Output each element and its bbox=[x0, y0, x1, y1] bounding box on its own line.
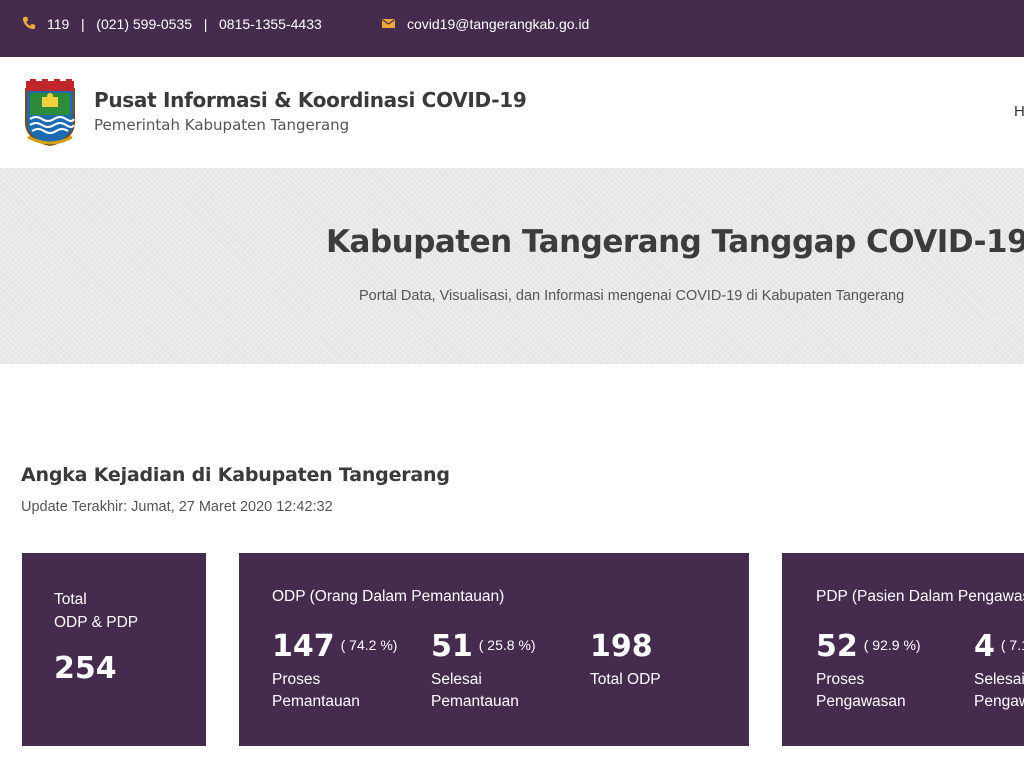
stat-label-line1: Proses bbox=[272, 671, 321, 688]
hero-subtitle: Portal Data, Visualisasi, dan Informasi … bbox=[359, 288, 905, 304]
kabupaten-tangerang-logo[interactable] bbox=[22, 79, 78, 147]
phone-icon bbox=[22, 16, 36, 30]
odp-card-label: ODP (Orang Dalam Pemantauan) bbox=[272, 588, 505, 605]
stat-percent: ( 7.1 %) bbox=[1000, 637, 1024, 653]
odp-total-stat: 198 bbox=[590, 629, 653, 664]
total-label-line1: Total bbox=[54, 591, 87, 608]
stat-percent: ( 92.9 %) bbox=[863, 637, 921, 653]
odp-selesai-stat: 51 ( 25.8 %) bbox=[431, 629, 536, 664]
stat-label-line2: Pemantauan bbox=[272, 693, 360, 710]
odp-selesai-label: Selesai Pemantauan bbox=[431, 669, 519, 713]
hero-title: Kabupaten Tangerang Tanggap COVID-19 bbox=[326, 224, 1024, 260]
top-contact-bar: 119 | (021) 599-0535 | 0815-1355-4433 co… bbox=[0, 0, 1024, 57]
contact-phone-numbers: 119 | (021) 599-0535 | 0815-1355-4433 bbox=[47, 16, 322, 32]
total-label-line2: ODP & PDP bbox=[54, 614, 139, 631]
odp-proses-stat: 147 ( 74.2 %) bbox=[272, 629, 397, 664]
odp-proses-label: Proses Pemantauan bbox=[272, 669, 360, 713]
hero-banner: Kabupaten Tangerang Tanggap COVID-19 Por… bbox=[0, 168, 1024, 364]
stat-value: 52 bbox=[816, 629, 858, 664]
stat-value: 51 bbox=[431, 629, 473, 664]
stat-label-line2: Pengawasan bbox=[816, 693, 906, 710]
pdp-proses-stat: 52 ( 92.9 %) bbox=[816, 629, 921, 664]
total-odp-pdp-card: Total ODP & PDP 254 bbox=[22, 553, 206, 746]
stat-value: 198 bbox=[590, 629, 653, 664]
pdp-selesai-stat: 4 ( 7.1 %) bbox=[974, 629, 1024, 664]
site-subtitle: Pemerintah Kabupaten Tangerang bbox=[94, 116, 350, 134]
pdp-selesai-label: Selesai Pengawasan bbox=[974, 669, 1024, 713]
site-title: Pusat Informasi & Koordinasi COVID-19 bbox=[94, 88, 527, 112]
contact-email-link[interactable]: covid19@tangerangkab.go.id bbox=[407, 16, 589, 32]
total-value: 254 bbox=[54, 651, 117, 686]
last-update-text: Update Terakhir: Jumat, 27 Maret 2020 12… bbox=[21, 499, 333, 515]
stat-value: 147 bbox=[272, 629, 335, 664]
stat-label-line1: Total ODP bbox=[590, 671, 661, 688]
pdp-card-label: PDP (Pasien Dalam Pengawasan) bbox=[816, 588, 1024, 605]
stat-label-line1: Selesai bbox=[431, 671, 482, 688]
pdp-proses-label: Proses Pengawasan bbox=[816, 669, 906, 713]
stat-value: 4 bbox=[974, 629, 995, 664]
site-header: Pusat Informasi & Koordinasi COVID-19 Pe… bbox=[0, 57, 1024, 168]
stat-label-line1: Selesai bbox=[974, 671, 1024, 688]
odp-total-label: Total ODP bbox=[590, 669, 661, 691]
stat-percent: ( 25.8 %) bbox=[478, 637, 536, 653]
section-title: Angka Kejadian di Kabupaten Tangerang bbox=[21, 464, 450, 486]
stat-label-line2: Pemantauan bbox=[431, 693, 519, 710]
total-card-label: Total ODP & PDP bbox=[54, 588, 138, 634]
nav-item-home[interactable]: H bbox=[1014, 103, 1024, 120]
stat-label-line1: Proses bbox=[816, 671, 865, 688]
odp-card: ODP (Orang Dalam Pemantauan) 147 ( 74.2 %… bbox=[239, 553, 749, 746]
pdp-card: PDP (Pasien Dalam Pengawasan) 52 ( 92.9 %… bbox=[782, 553, 1024, 746]
stat-label-line2: Pengawasan bbox=[974, 693, 1024, 710]
mail-icon bbox=[382, 19, 395, 28]
stat-percent: ( 74.2 %) bbox=[340, 637, 398, 653]
